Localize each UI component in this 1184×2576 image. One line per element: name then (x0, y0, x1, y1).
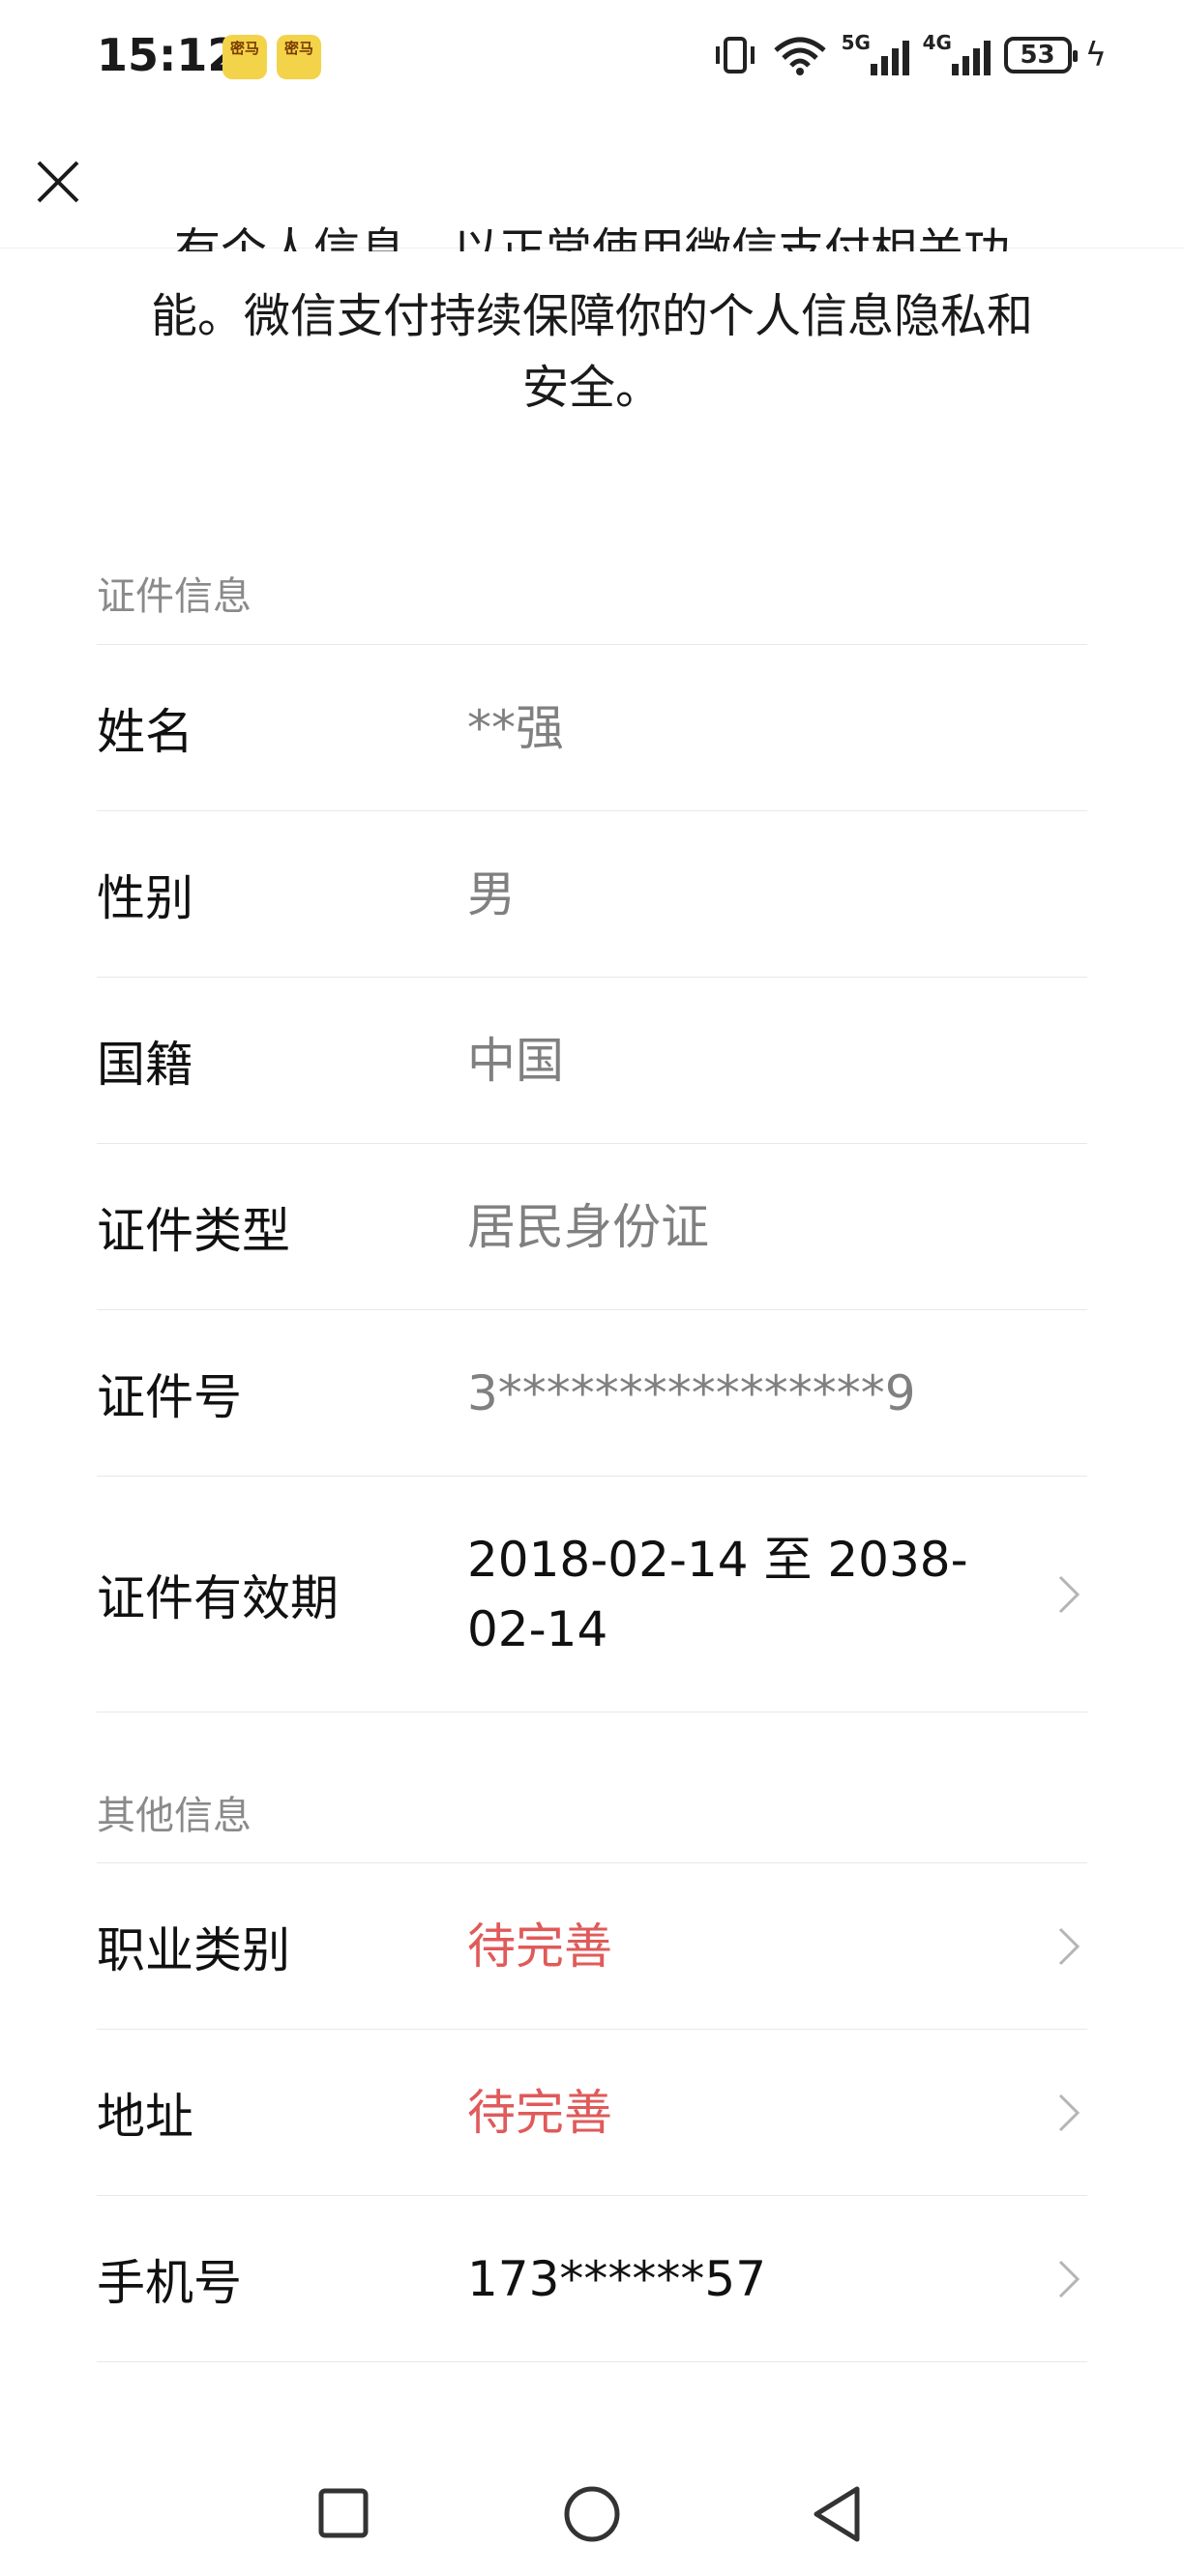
row-id-number: 证件号 3****************9 (97, 1309, 1087, 1476)
row-value: 中国 (467, 1032, 564, 1089)
row-label: 证件有效期 (97, 1569, 339, 1626)
row-label: 姓名 (97, 703, 193, 760)
status-icons: 5G 4G 53 ϟ (712, 31, 1107, 75)
row-label: 性别 (97, 869, 193, 926)
row-value: 待完善 (467, 1917, 612, 1975)
row-id-type: 证件类型 居民身份证 (97, 1143, 1087, 1309)
section-title-other-info: 其他信息 (97, 1794, 252, 1838)
section-title-id-info: 证件信息 (97, 574, 252, 619)
divider (97, 2361, 1087, 2362)
row-label: 证件类型 (97, 1202, 290, 1259)
chevron-right-icon (1058, 2260, 1080, 2298)
status-time: 15:12 (97, 29, 239, 81)
row-gender: 性别 男 (97, 810, 1087, 977)
intro-line: 能。微信支付持续保障你的个人信息隐私和 (150, 289, 1033, 343)
recent-apps-button[interactable] (310, 2479, 379, 2549)
top-nav (0, 124, 1184, 248)
row-value: 男 (467, 865, 516, 922)
row-label: 手机号 (97, 2254, 242, 2311)
charging-icon: ϟ (1084, 36, 1107, 74)
signal-5g-icon: 5G (842, 31, 909, 75)
chevron-right-icon (1058, 2093, 1080, 2131)
row-value: 居民身份证 (467, 1198, 709, 1255)
wifi-icon (773, 37, 826, 75)
row-label: 国籍 (97, 1036, 193, 1093)
row-value: 173******57 (467, 2250, 767, 2307)
row-nationality: 国籍 中国 (97, 977, 1087, 1143)
row-id-validity[interactable]: 证件有效期 2018-02-14 至 2038-02-14 (97, 1476, 1087, 1712)
status-bar: 15:12 密马 密马 5G 4G 53 ϟ (0, 0, 1184, 124)
row-label: 证件号 (97, 1368, 242, 1425)
close-icon[interactable] (29, 153, 87, 211)
chevron-right-icon (1058, 1927, 1080, 1965)
home-button[interactable] (557, 2479, 627, 2549)
notification-app-icon: 密马 (222, 35, 267, 79)
row-name: 姓名 **强 (97, 644, 1087, 810)
row-value: 2018-02-14 至 2038-02-14 (467, 1531, 968, 1657)
vibrate-icon (715, 37, 755, 73)
row-label: 地址 (97, 2088, 193, 2145)
battery-icon: 53 (1003, 37, 1078, 73)
back-button[interactable] (803, 2479, 873, 2549)
row-address[interactable]: 地址 待完善 (97, 2029, 1087, 2195)
signal-4g-icon: 4G (923, 31, 991, 75)
row-value: **强 (467, 699, 564, 756)
intro-line: 安全。 (521, 361, 662, 415)
other-info-list: 职业类别 待完善 地址 待完善 手机号 173******57 (97, 1862, 1087, 2362)
notification-app-icon: 密马 (277, 35, 321, 79)
row-occupation[interactable]: 职业类别 待完善 (97, 1862, 1087, 2029)
row-label: 职业类别 (97, 1921, 290, 1978)
chevron-right-icon (1058, 1575, 1080, 1613)
id-info-list: 姓名 **强 性别 男 国籍 中国 证件类型 居民身份证 证件号 3******… (97, 644, 1087, 1712)
intro-text: 能。微信支付持续保障你的个人信息隐私和 安全。 (106, 280, 1078, 424)
row-phone[interactable]: 手机号 173******57 (97, 2195, 1087, 2361)
row-value: 待完善 (467, 2084, 612, 2141)
system-nav-bar (0, 2450, 1184, 2576)
row-value: 3****************9 (467, 1364, 916, 1421)
